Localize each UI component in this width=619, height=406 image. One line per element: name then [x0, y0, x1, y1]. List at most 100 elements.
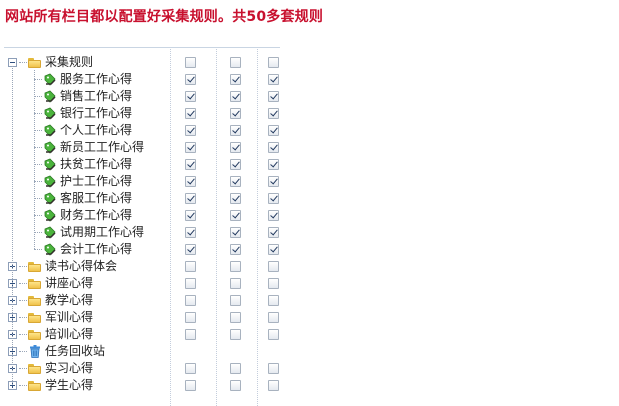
- tree-connector: [34, 113, 42, 114]
- tree-row-folder: 军训心得: [4, 309, 280, 326]
- checkbox-folder7-col3[interactable]: [268, 363, 279, 374]
- checkbox-rule4-col3[interactable]: [268, 125, 279, 136]
- leaf-rule-icon: [44, 243, 56, 256]
- tree-row-rule: 护士工作心得: [4, 173, 280, 190]
- checkbox-folder4-col3[interactable]: [268, 312, 279, 323]
- checkbox-folder5-col1[interactable]: [185, 329, 196, 340]
- tree-node-label: 军训心得: [45, 310, 94, 324]
- checkbox-folder1-col1[interactable]: [185, 261, 196, 272]
- checkbox-rule1-col1[interactable]: [185, 74, 196, 85]
- checkbox-rule7-col1[interactable]: [185, 176, 196, 187]
- tree-leaf-rule[interactable]: 会计工作心得: [34, 241, 132, 258]
- checkbox-rule10-col1[interactable]: [185, 227, 196, 238]
- checkbox-rule2-col3[interactable]: [268, 91, 279, 102]
- tree-leaf-rule[interactable]: 新员工工作心得: [34, 139, 144, 156]
- checkbox-rule8-col3[interactable]: [268, 193, 279, 204]
- checkbox-folder5-col2[interactable]: [230, 329, 241, 340]
- checkbox-folder7-col2[interactable]: [230, 363, 241, 374]
- checkbox-folder8-col1[interactable]: [185, 380, 196, 391]
- tree-connector: [34, 181, 42, 182]
- tree-leaf-rule[interactable]: 护士工作心得: [34, 173, 132, 190]
- checkbox-rule1-col3[interactable]: [268, 74, 279, 85]
- checkbox-rule11-col3[interactable]: [268, 244, 279, 255]
- tree-leaf-rule[interactable]: 客服工作心得: [34, 190, 132, 207]
- checkbox-folder3-col1[interactable]: [185, 295, 196, 306]
- tree-connector: [34, 249, 42, 250]
- checkbox-rule5-col2[interactable]: [230, 142, 241, 153]
- tree-node-label: 试用期工作心得: [60, 225, 145, 239]
- checkbox-folder1-col3[interactable]: [268, 261, 279, 272]
- checkbox-folder4-col2[interactable]: [230, 312, 241, 323]
- checkbox-folder3-col2[interactable]: [230, 295, 241, 306]
- checkbox-rule5-col3[interactable]: [268, 142, 279, 153]
- tree-node-folder[interactable]: 任务回收站: [8, 343, 105, 360]
- checkbox-rule4-col1[interactable]: [185, 125, 196, 136]
- checkbox-rule10-col2[interactable]: [230, 227, 241, 238]
- tree-leaf-rule[interactable]: 银行工作心得: [34, 105, 132, 122]
- tree-leaf-rule[interactable]: 扶贫工作心得: [34, 156, 132, 173]
- checkbox-folder4-col1[interactable]: [185, 312, 196, 323]
- checkbox-folder7-col1[interactable]: [185, 363, 196, 374]
- checkbox-rule3-col1[interactable]: [185, 108, 196, 119]
- tree-row-rule: 扶贫工作心得: [4, 156, 280, 173]
- checkbox-rule1-col2[interactable]: [230, 74, 241, 85]
- tree-node-folder[interactable]: 读书心得体会: [8, 258, 117, 275]
- checkbox-folder1-col2[interactable]: [230, 261, 241, 272]
- checkbox-rule3-col3[interactable]: [268, 108, 279, 119]
- checkbox-folder2-col1[interactable]: [185, 278, 196, 289]
- tree-node-root[interactable]: 采集规则: [8, 54, 93, 71]
- checkbox-rule4-col2[interactable]: [230, 125, 241, 136]
- tree-node-label: 培训心得: [45, 327, 94, 341]
- checkbox-folder2-col3[interactable]: [268, 278, 279, 289]
- tree-node-folder[interactable]: 培训心得: [8, 326, 93, 343]
- tree-leaf-rule[interactable]: 销售工作心得: [34, 88, 132, 105]
- leaf-rule-icon: [44, 90, 56, 103]
- tree-leaf-rule[interactable]: 财务工作心得: [34, 207, 132, 224]
- checkbox-rule6-col3[interactable]: [268, 159, 279, 170]
- checkbox-rule9-col1[interactable]: [185, 210, 196, 221]
- checkbox-folder3-col3[interactable]: [268, 295, 279, 306]
- checkbox-root-col3[interactable]: [268, 57, 279, 68]
- checkbox-folder8-col2[interactable]: [230, 380, 241, 391]
- checkbox-rule9-col3[interactable]: [268, 210, 279, 221]
- checkbox-rule11-col1[interactable]: [185, 244, 196, 255]
- tree-node-label: 护士工作心得: [60, 174, 133, 188]
- checkbox-rule8-col2[interactable]: [230, 193, 241, 204]
- leaf-rule-icon: [44, 141, 56, 154]
- tree-connector: [19, 334, 27, 335]
- checkbox-rule6-col2[interactable]: [230, 159, 241, 170]
- tree-leaf-rule[interactable]: 个人工作心得: [34, 122, 132, 139]
- checkbox-rule7-col3[interactable]: [268, 176, 279, 187]
- tree-connector: [19, 368, 27, 369]
- tree-row-folder: 读书心得体会: [4, 258, 280, 275]
- tree-node-label: 实习心得: [45, 361, 94, 375]
- checkbox-rule8-col1[interactable]: [185, 193, 196, 204]
- checkbox-rule2-col2[interactable]: [230, 91, 241, 102]
- leaf-rule-icon: [44, 73, 56, 86]
- collection-rules-tree: 采集规则 服务工作心得 销售工作心得 银行工作心得 个人工作心得 新员工工作心得 扶贫工作心…: [4, 47, 280, 394]
- checkbox-rule3-col2[interactable]: [230, 108, 241, 119]
- checkbox-folder2-col2[interactable]: [230, 278, 241, 289]
- checkbox-root-col2[interactable]: [230, 57, 241, 68]
- checkbox-rule10-col3[interactable]: [268, 227, 279, 238]
- tree-node-folder[interactable]: 教学心得: [8, 292, 93, 309]
- tree-connector: [19, 62, 27, 63]
- checkbox-rule9-col2[interactable]: [230, 210, 241, 221]
- checkbox-root-col1[interactable]: [185, 57, 196, 68]
- checkbox-folder8-col3[interactable]: [268, 380, 279, 391]
- checkbox-rule2-col1[interactable]: [185, 91, 196, 102]
- recycle-bin-icon: [30, 345, 40, 358]
- checkbox-rule5-col1[interactable]: [185, 142, 196, 153]
- tree-node-folder[interactable]: 讲座心得: [8, 275, 93, 292]
- tree-node-folder[interactable]: 学生心得: [8, 377, 93, 394]
- tree-node-label: 会计工作心得: [60, 242, 133, 256]
- checkbox-rule11-col2[interactable]: [230, 244, 241, 255]
- tree-row-rule: 销售工作心得: [4, 88, 280, 105]
- tree-node-folder[interactable]: 实习心得: [8, 360, 93, 377]
- tree-leaf-rule[interactable]: 试用期工作心得: [34, 224, 144, 241]
- tree-leaf-rule[interactable]: 服务工作心得: [34, 71, 132, 88]
- tree-node-folder[interactable]: 军训心得: [8, 309, 93, 326]
- checkbox-rule6-col1[interactable]: [185, 159, 196, 170]
- checkbox-folder5-col3[interactable]: [268, 329, 279, 340]
- checkbox-rule7-col2[interactable]: [230, 176, 241, 187]
